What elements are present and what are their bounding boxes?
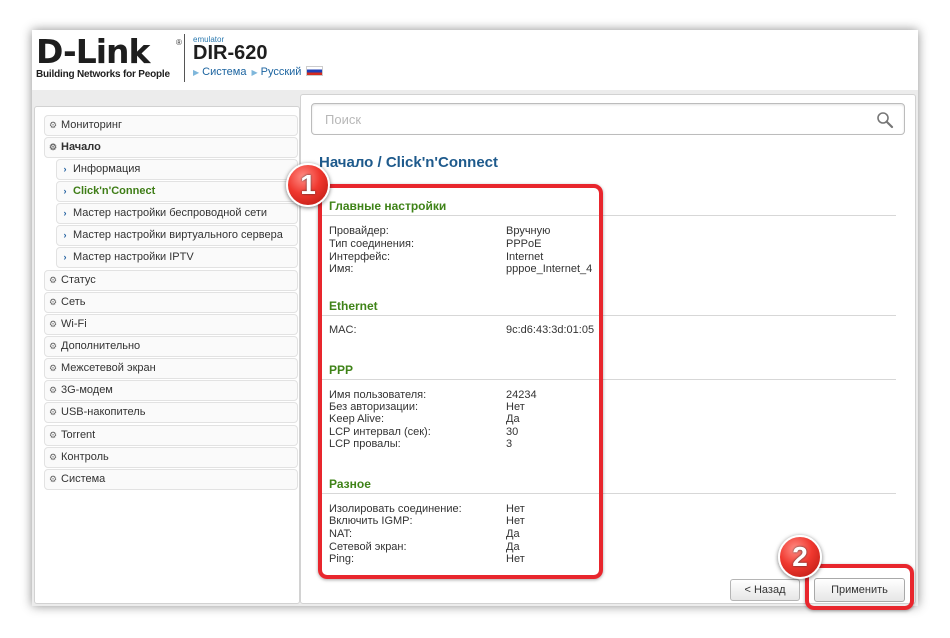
sidebar-item-label: Wi-Fi xyxy=(61,318,87,330)
sidebar-item-system[interactable]: ⚙ Система xyxy=(44,469,298,490)
sidebar-menu: ⚙ Мониторинг ⚙ Начало › Информация › Click'n… xyxy=(34,106,300,604)
header-links: ▶ Система ▶ Русский xyxy=(193,66,324,78)
sidebar-item-clicknconnect[interactable]: › Click'n'Connect xyxy=(56,181,298,202)
system-link[interactable]: Система xyxy=(202,66,246,78)
expand-icon: ⚙ xyxy=(48,120,58,130)
sidebar-item-information[interactable]: › Информация xyxy=(56,159,298,180)
sidebar-item-usb-storage[interactable]: ⚙ USB-накопитель xyxy=(44,402,298,423)
sidebar-item-monitoring[interactable]: ⚙ Мониторинг xyxy=(44,115,298,136)
sidebar-item-wireless-wizard[interactable]: › Мастер настройки беспроводной сети xyxy=(56,203,298,224)
search-box[interactable] xyxy=(311,103,905,135)
sidebar-item-status[interactable]: ⚙ Статус xyxy=(44,270,298,291)
search-input[interactable] xyxy=(312,104,868,134)
sidebar-item-label: Дополнительно xyxy=(61,340,141,352)
sidebar-item-label: Click'n'Connect xyxy=(73,185,156,197)
sidebar-item-advanced[interactable]: ⚙ Дополнительно xyxy=(44,336,298,357)
sidebar-item-iptv-wizard[interactable]: › Мастер настройки IPTV xyxy=(56,247,298,268)
sidebar-item-label: Система xyxy=(61,473,106,485)
header: D-Link ® Building Networks for People em… xyxy=(32,30,918,90)
chevron-right-icon: › xyxy=(63,208,67,218)
language-link[interactable]: Русский xyxy=(261,66,302,78)
header-divider xyxy=(184,34,185,82)
sidebar-item-torrent[interactable]: ⚙ Torrent xyxy=(44,425,298,446)
sidebar-item-label: USB-накопитель xyxy=(61,406,146,418)
search-icon[interactable] xyxy=(876,111,894,129)
highlight-box-settings-summary xyxy=(318,184,603,579)
expand-icon: ⚙ xyxy=(48,297,58,307)
logo-tagline: Building Networks for People xyxy=(36,69,170,80)
logo-brand: D-Link xyxy=(36,32,150,71)
sidebar-item-label: Torrent xyxy=(61,429,96,441)
chevron-right-icon: › xyxy=(63,230,67,240)
sidebar-item-label: Мастер настройки беспроводной сети xyxy=(73,207,268,219)
expand-icon: ⚙ xyxy=(48,407,58,417)
back-button[interactable]: < Назад xyxy=(730,579,800,601)
dlink-logo[interactable]: D-Link ® Building Networks for People xyxy=(36,33,182,85)
sidebar-item-network[interactable]: ⚙ Сеть xyxy=(44,292,298,313)
highlight-box-apply xyxy=(805,564,914,610)
sidebar-item-control[interactable]: ⚙ Контроль xyxy=(44,447,298,468)
sidebar-item-virtual-server-wizard[interactable]: › Мастер настройки виртуального сервера xyxy=(56,225,298,246)
arrow-right-icon: ▶ xyxy=(193,68,200,77)
step-badge-2: 2 xyxy=(778,535,822,579)
expand-icon: ⚙ xyxy=(48,452,58,462)
sidebar-item-label: Сеть xyxy=(61,296,86,308)
sidebar-item-wifi[interactable]: ⚙ Wi-Fi xyxy=(44,314,298,335)
chevron-right-icon: › xyxy=(63,252,67,262)
sidebar-item-label: Мастер настройки IPTV xyxy=(73,251,194,263)
page-title: Начало / Click'n'Connect xyxy=(319,154,498,171)
collapse-icon: ⚙ xyxy=(48,142,58,152)
sidebar-item-label: Контроль xyxy=(61,451,109,463)
sidebar-item-label: Начало xyxy=(61,141,101,153)
step-badge-1: 1 xyxy=(286,163,330,207)
sidebar-item-firewall[interactable]: ⚙ Межсетевой экран xyxy=(44,358,298,379)
expand-icon: ⚙ xyxy=(48,341,58,351)
sidebar-item-label: Межсетевой экран xyxy=(61,362,156,374)
sidebar-item-label: 3G-модем xyxy=(61,384,113,396)
expand-icon: ⚙ xyxy=(48,275,58,285)
expand-icon: ⚙ xyxy=(48,385,58,395)
model-name: DIR-620 xyxy=(193,42,268,64)
logo-registered-mark: ® xyxy=(176,38,182,47)
russian-flag-icon[interactable] xyxy=(306,66,324,76)
sidebar-item-start[interactable]: ⚙ Начало xyxy=(44,137,298,158)
expand-icon: ⚙ xyxy=(48,319,58,329)
sidebar-item-label: Информация xyxy=(73,163,141,175)
expand-icon: ⚙ xyxy=(48,363,58,373)
sidebar-item-label: Мониторинг xyxy=(61,119,123,131)
chevron-right-icon: › xyxy=(63,164,67,174)
expand-icon: ⚙ xyxy=(48,474,58,484)
arrow-right-icon: ▶ xyxy=(251,68,258,77)
sidebar-item-label: Статус xyxy=(61,274,96,286)
sidebar-item-label: Мастер настройки виртуального сервера xyxy=(73,229,283,241)
chevron-right-icon: › xyxy=(63,186,67,196)
expand-icon: ⚙ xyxy=(48,430,58,440)
sidebar-item-3g-modem[interactable]: ⚙ 3G-модем xyxy=(44,380,298,401)
